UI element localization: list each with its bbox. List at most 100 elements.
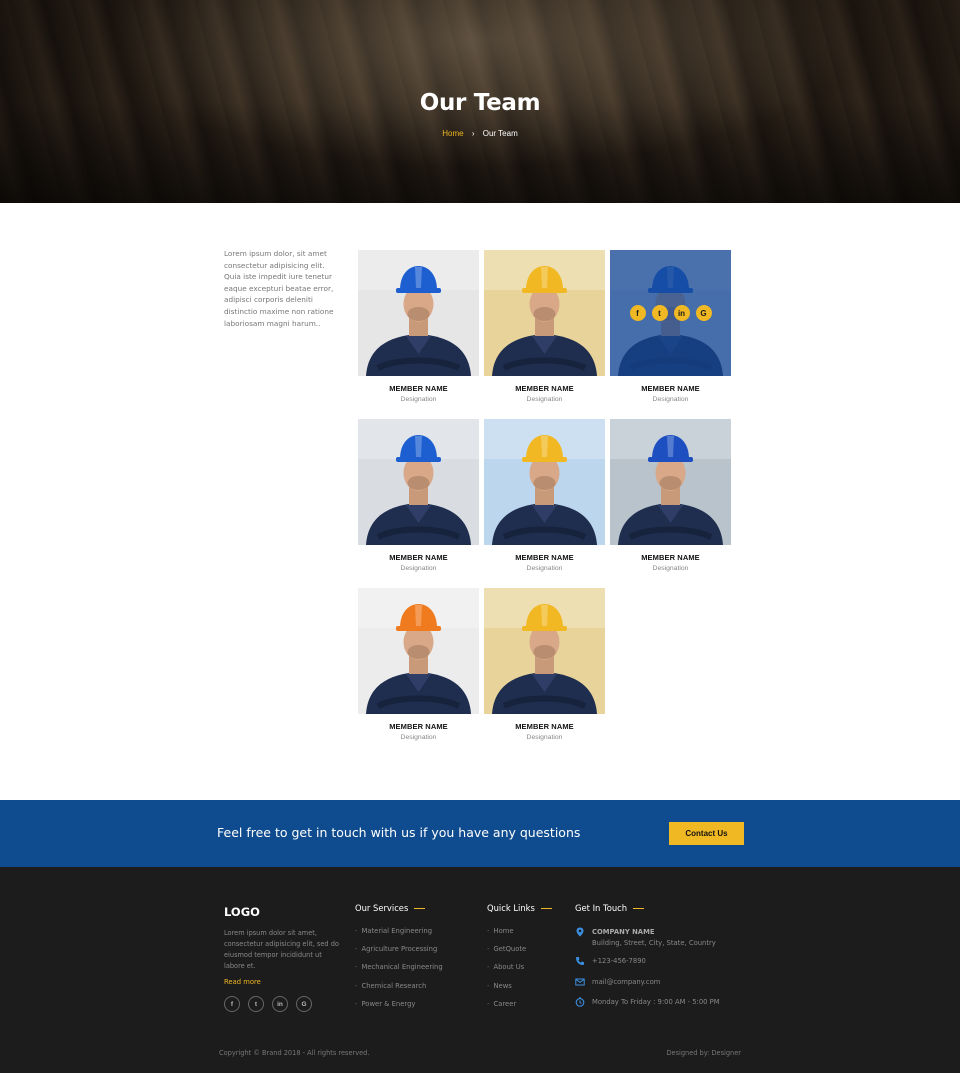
- dash-icon: -: [355, 981, 358, 990]
- member-name: MEMBER NAME: [389, 722, 448, 731]
- quick-link[interactable]: About Us: [493, 963, 524, 971]
- dash-icon: -: [487, 999, 490, 1008]
- site-footer: LOGO Lorem ipsum dolor sit amet, consect…: [0, 867, 960, 1073]
- team-member-card[interactable]: MEMBER NAME Designation: [358, 250, 479, 403]
- phone-number[interactable]: +123-456-7890: [592, 956, 646, 967]
- services-list-item[interactable]: - Power & Energy: [355, 1000, 443, 1018]
- quick-links-item[interactable]: - Home: [487, 927, 526, 945]
- member-designation: Designation: [652, 565, 689, 572]
- services-heading: Our Services: [355, 903, 426, 913]
- team-member-card[interactable]: f t in G MEMBER NAME Designation: [610, 250, 731, 403]
- read-more-link[interactable]: Read more: [224, 978, 261, 986]
- breadcrumb-current: Our Team: [482, 129, 518, 138]
- google-icon[interactable]: G: [695, 305, 712, 321]
- designed-by-text: Designed by: Designer: [666, 1049, 741, 1057]
- page-title: Our Team: [419, 90, 541, 116]
- contact-us-button[interactable]: Contact Us: [669, 822, 744, 845]
- dash-icon: -: [355, 927, 358, 935]
- member-name: MEMBER NAME: [389, 384, 448, 393]
- quick-links-heading-label: Quick Links: [487, 903, 535, 913]
- team-member-photo: [610, 419, 731, 545]
- services-link[interactable]: Chemical Research: [361, 982, 426, 990]
- services-link[interactable]: Mechanical Engineering: [361, 963, 442, 971]
- contact-banner-text: Feel free to get in touch with us if you…: [217, 825, 581, 840]
- team-member-card[interactable]: MEMBER NAME Designation: [484, 588, 605, 741]
- linkedin-icon[interactable]: in: [673, 305, 690, 321]
- services-list: - Material Engineering - Agriculture Proce…: [355, 927, 443, 1018]
- worker-portrait-image: [358, 250, 479, 376]
- team-member-photo: f t in G: [610, 250, 731, 376]
- team-member-card[interactable]: MEMBER NAME Designation: [358, 419, 479, 572]
- team-intro-text: Lorem ipsum dolor, sit amet consectetur …: [224, 249, 334, 328]
- member-name: MEMBER NAME: [389, 553, 448, 562]
- team-member-card[interactable]: MEMBER NAME Designation: [358, 588, 479, 741]
- member-designation: Designation: [400, 734, 437, 741]
- services-link[interactable]: Agriculture Processing: [361, 945, 437, 953]
- heading-underline: [414, 907, 426, 910]
- services-list-item[interactable]: - Chemical Research: [355, 982, 443, 1000]
- quick-link[interactable]: News: [493, 982, 511, 990]
- team-member-photo: [358, 588, 479, 714]
- services-link[interactable]: Power & Energy: [361, 1000, 415, 1008]
- quick-links-item[interactable]: - GetQuote: [487, 945, 526, 963]
- footer-social-links: f t in G: [224, 996, 312, 1012]
- quick-links-item[interactable]: - Career: [487, 1000, 526, 1018]
- email-address[interactable]: mail@company.com: [592, 977, 660, 988]
- quick-link[interactable]: Home: [493, 927, 513, 935]
- twitter-icon[interactable]: t: [651, 305, 668, 321]
- quick-link[interactable]: Career: [493, 1000, 516, 1008]
- worker-portrait-image: [358, 588, 479, 714]
- mail-icon: [575, 978, 585, 986]
- services-list-item[interactable]: - Agriculture Processing: [355, 945, 443, 963]
- member-designation: Designation: [400, 565, 437, 572]
- footer-logo[interactable]: LOGO: [224, 905, 260, 919]
- member-name: MEMBER NAME: [515, 553, 574, 562]
- phone-icon: [576, 957, 584, 965]
- worker-portrait-image: [484, 588, 605, 714]
- member-name: MEMBER NAME: [641, 553, 700, 562]
- services-list-item[interactable]: - Material Engineering: [355, 927, 443, 945]
- member-designation: Designation: [526, 396, 563, 403]
- services-link[interactable]: Material Engineering: [361, 927, 432, 935]
- services-list-item[interactable]: - Mechanical Engineering: [355, 963, 443, 981]
- team-member-photo: [484, 588, 605, 714]
- worker-portrait-image: [484, 250, 605, 376]
- member-name: MEMBER NAME: [515, 722, 574, 731]
- member-designation: Designation: [652, 396, 689, 403]
- quick-links-item[interactable]: - News: [487, 982, 526, 1000]
- chevron-right-icon: ›: [471, 129, 475, 138]
- twitter-icon[interactable]: t: [248, 996, 264, 1012]
- contact-address: COMPANY NAME Building, Street, City, Sta…: [575, 927, 716, 948]
- breadcrumb-home-link[interactable]: Home: [442, 129, 463, 138]
- team-member-photo: [484, 419, 605, 545]
- dash-icon: -: [355, 999, 358, 1008]
- facebook-icon[interactable]: f: [629, 305, 646, 321]
- quick-links-item[interactable]: - About Us: [487, 963, 526, 981]
- google-icon[interactable]: G: [296, 996, 312, 1012]
- worker-portrait-image: [358, 419, 479, 545]
- team-member-card[interactable]: MEMBER NAME Designation: [484, 419, 605, 572]
- quick-link[interactable]: GetQuote: [493, 945, 526, 953]
- get-in-touch-heading: Get In Touch: [575, 903, 645, 913]
- member-name: MEMBER NAME: [515, 384, 574, 393]
- business-hours: Monday To Friday : 9:00 AM - 5:00 PM: [592, 998, 720, 1006]
- team-member-card[interactable]: MEMBER NAME Designation: [484, 250, 605, 403]
- worker-portrait-image: [484, 419, 605, 545]
- dash-icon: -: [487, 945, 490, 954]
- page-hero: Our Team Home › Our Team: [0, 0, 960, 203]
- member-name: MEMBER NAME: [641, 384, 700, 393]
- dash-icon: -: [487, 927, 490, 935]
- member-designation: Designation: [526, 734, 563, 741]
- company-address: Building, Street, City, State, Country: [592, 938, 716, 947]
- team-member-photo: [484, 250, 605, 376]
- member-designation: Designation: [400, 396, 437, 403]
- team-member-card[interactable]: MEMBER NAME Designation: [610, 419, 731, 572]
- breadcrumb: Home › Our Team: [0, 129, 960, 138]
- facebook-icon[interactable]: f: [224, 996, 240, 1012]
- contact-hours: Monday To Friday : 9:00 AM - 5:00 PM: [575, 997, 720, 1008]
- team-member-photo: [358, 250, 479, 376]
- dash-icon: -: [355, 963, 358, 972]
- dash-icon: -: [487, 981, 490, 990]
- linkedin-icon[interactable]: in: [272, 996, 288, 1012]
- map-pin-icon: [576, 927, 584, 937]
